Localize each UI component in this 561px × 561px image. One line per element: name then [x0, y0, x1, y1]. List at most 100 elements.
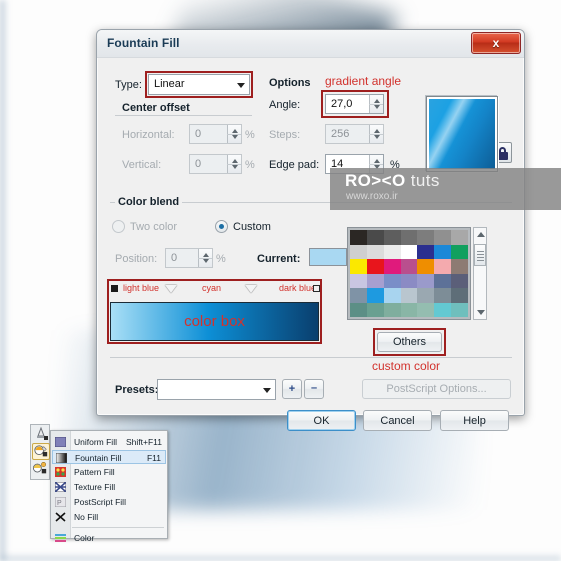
palette-swatch[interactable] [451, 230, 468, 245]
color-palette[interactable] [347, 227, 471, 320]
menu-item-uniform-fill[interactable]: Uniform Fill Shift+F11 [52, 435, 166, 449]
type-combobox[interactable]: Linear [148, 74, 250, 95]
palette-swatch[interactable] [434, 273, 452, 288]
gradient-preview [426, 96, 498, 172]
palette-swatch[interactable] [417, 259, 435, 274]
help-button[interactable]: Help [440, 410, 509, 431]
palette-swatch[interactable] [434, 244, 452, 259]
others-button[interactable]: Others [377, 332, 442, 352]
palette-swatch[interactable] [350, 302, 367, 317]
palette-swatch[interactable] [383, 259, 401, 274]
svg-text:P: P [57, 500, 62, 507]
horizontal-spinner[interactable]: 0 [189, 124, 242, 144]
stop-label-cyan: cyan [202, 283, 222, 293]
palette-swatch[interactable] [417, 288, 435, 303]
palette-swatch[interactable] [451, 273, 468, 288]
angle-stepper-icon[interactable] [369, 95, 383, 113]
palette-swatch[interactable] [417, 302, 435, 317]
scroll-down-icon[interactable] [477, 310, 485, 315]
stop-marker-2[interactable] [245, 285, 257, 293]
menu-item-label: Pattern Fill [74, 467, 115, 477]
palette-swatch[interactable] [417, 244, 435, 259]
stop-start-marker[interactable] [111, 285, 118, 292]
palette-swatch[interactable] [383, 288, 401, 303]
watermark-url: www.roxo.ir [346, 191, 398, 202]
fill-flyout-menu[interactable]: Uniform Fill Shift+F11 Fountain Fill F11 Pat… [50, 430, 168, 543]
position-unit: % [216, 253, 226, 265]
palette-scroll-thumb[interactable] [474, 244, 486, 266]
palette-swatch[interactable] [417, 230, 435, 245]
palette-swatch[interactable] [451, 302, 468, 317]
fill-toolbar[interactable] [30, 424, 50, 480]
steps-stepper-icon [369, 125, 383, 143]
color-blend-band[interactable]: color box [110, 302, 319, 341]
vertical-label: Vertical: [122, 159, 162, 171]
palette-swatch[interactable] [451, 288, 468, 303]
palette-swatch[interactable] [350, 230, 367, 245]
palette-swatch[interactable] [417, 273, 435, 288]
palette-swatch[interactable] [400, 302, 418, 317]
menu-item-pattern-fill[interactable]: Pattern Fill [52, 465, 166, 479]
cancel-button[interactable]: Cancel [363, 410, 432, 431]
palette-swatch[interactable] [434, 230, 452, 245]
angle-spinner[interactable]: 27,0 [325, 94, 384, 114]
palette-scrollbar[interactable] [473, 227, 487, 320]
center-offset-label: Center offset [122, 102, 190, 114]
palette-swatch[interactable] [350, 244, 367, 259]
menu-item-color[interactable]: Color [52, 531, 166, 545]
palette-swatch[interactable] [366, 244, 384, 259]
palette-swatch[interactable] [350, 259, 367, 274]
palette-swatch[interactable] [400, 288, 418, 303]
palette-swatch[interactable] [451, 259, 468, 274]
dialog-title: Fountain Fill [107, 36, 180, 50]
dialog-titlebar[interactable]: Fountain Fill x [97, 30, 524, 58]
menu-item-no-fill[interactable]: No Fill [52, 510, 166, 524]
stop-marker-1[interactable] [165, 285, 177, 293]
custom-radio[interactable] [215, 220, 228, 233]
palette-swatch[interactable] [434, 259, 452, 274]
palette-swatch[interactable] [383, 230, 401, 245]
ok-button[interactable]: OK [287, 410, 356, 431]
palette-swatch[interactable] [383, 273, 401, 288]
outline-pen-icon[interactable] [32, 425, 50, 442]
palette-swatch[interactable] [400, 273, 418, 288]
palette-swatch[interactable] [434, 288, 452, 303]
palette-swatch[interactable] [434, 302, 452, 317]
minus-icon[interactable]: – [304, 379, 324, 399]
palette-swatch[interactable] [366, 273, 384, 288]
horizontal-stepper-icon[interactable] [227, 125, 241, 143]
menu-item-texture-fill[interactable]: Texture Fill [52, 480, 166, 494]
palette-swatch[interactable] [451, 244, 468, 259]
palette-swatch[interactable] [350, 288, 367, 303]
menu-item-postscript-fill[interactable]: P PostScript Fill [52, 495, 166, 509]
plus-icon[interactable]: + [282, 379, 302, 399]
interactive-fill-icon[interactable] [32, 461, 50, 478]
palette-swatch[interactable] [366, 230, 384, 245]
palette-swatch[interactable] [366, 259, 384, 274]
palette-swatch[interactable] [366, 302, 384, 317]
stop-end-marker[interactable] [313, 285, 320, 292]
two-color-radio[interactable] [112, 220, 125, 233]
palette-swatch[interactable] [383, 302, 401, 317]
presets-combobox[interactable] [157, 379, 276, 400]
palette-swatch[interactable] [350, 273, 367, 288]
type-label: Type: [115, 79, 142, 91]
menu-item-label: No Fill [74, 512, 99, 522]
options-title: Options [269, 77, 311, 89]
close-icon[interactable]: x [471, 32, 521, 54]
menu-item-fountain-fill[interactable]: Fountain Fill F11 [52, 450, 166, 464]
vertical-spinner[interactable]: 0 [189, 154, 242, 174]
palette-swatch[interactable] [400, 230, 418, 245]
vertical-stepper-icon[interactable] [227, 155, 241, 173]
type-value: Linear [154, 78, 185, 90]
palette-swatch[interactable] [366, 288, 384, 303]
fill-tool-icon[interactable] [32, 443, 50, 460]
color-palette-grid[interactable] [350, 230, 468, 317]
current-color-swatch[interactable] [309, 248, 347, 266]
angle-value: 27,0 [331, 98, 353, 110]
watermark-brand: RO><O tuts [345, 171, 440, 191]
palette-swatch[interactable] [400, 244, 418, 259]
palette-swatch[interactable] [400, 259, 418, 274]
scroll-up-icon[interactable] [477, 232, 485, 237]
palette-swatch[interactable] [383, 244, 401, 259]
